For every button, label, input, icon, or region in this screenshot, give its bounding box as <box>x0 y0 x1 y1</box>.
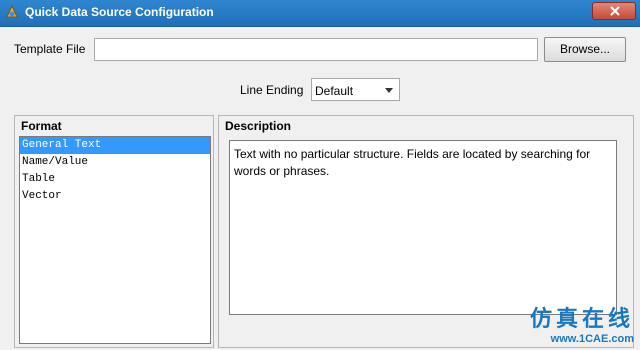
description-text: Text with no particular structure. Field… <box>229 140 617 315</box>
close-button[interactable] <box>592 2 636 20</box>
line-ending-label: Line Ending <box>240 83 304 97</box>
app-icon <box>4 4 20 20</box>
template-file-label: Template File <box>14 42 86 56</box>
format-title: Format <box>21 119 62 133</box>
chevron-down-icon <box>385 88 393 93</box>
dialog-window: Quick Data Source Configuration Template… <box>0 0 640 350</box>
format-item-name-value[interactable]: Name/Value <box>20 154 210 171</box>
window-title: Quick Data Source Configuration <box>25 5 214 19</box>
template-file-input[interactable] <box>94 38 538 61</box>
description-title: Description <box>225 119 292 133</box>
watermark-chinese: 仿真在线 <box>529 307 634 332</box>
format-panel: Format General Text Name/Value Table Vec… <box>14 115 214 348</box>
close-icon <box>610 6 620 16</box>
title-bar[interactable]: Quick Data Source Configuration <box>0 0 640 27</box>
format-item-general-text[interactable]: General Text <box>20 137 210 154</box>
format-list[interactable]: General Text Name/Value Table Vector <box>19 136 211 344</box>
line-ending-value: Default <box>315 84 354 98</box>
format-item-vector[interactable]: Vector <box>20 188 210 205</box>
browse-button[interactable]: Browse... <box>544 37 626 62</box>
watermark: 仿真在线 www.1CAE.com <box>530 301 634 345</box>
line-ending-select[interactable]: Default <box>311 78 400 101</box>
watermark-url: www.1CAE.com <box>550 333 634 345</box>
format-item-table[interactable]: Table <box>20 171 210 188</box>
